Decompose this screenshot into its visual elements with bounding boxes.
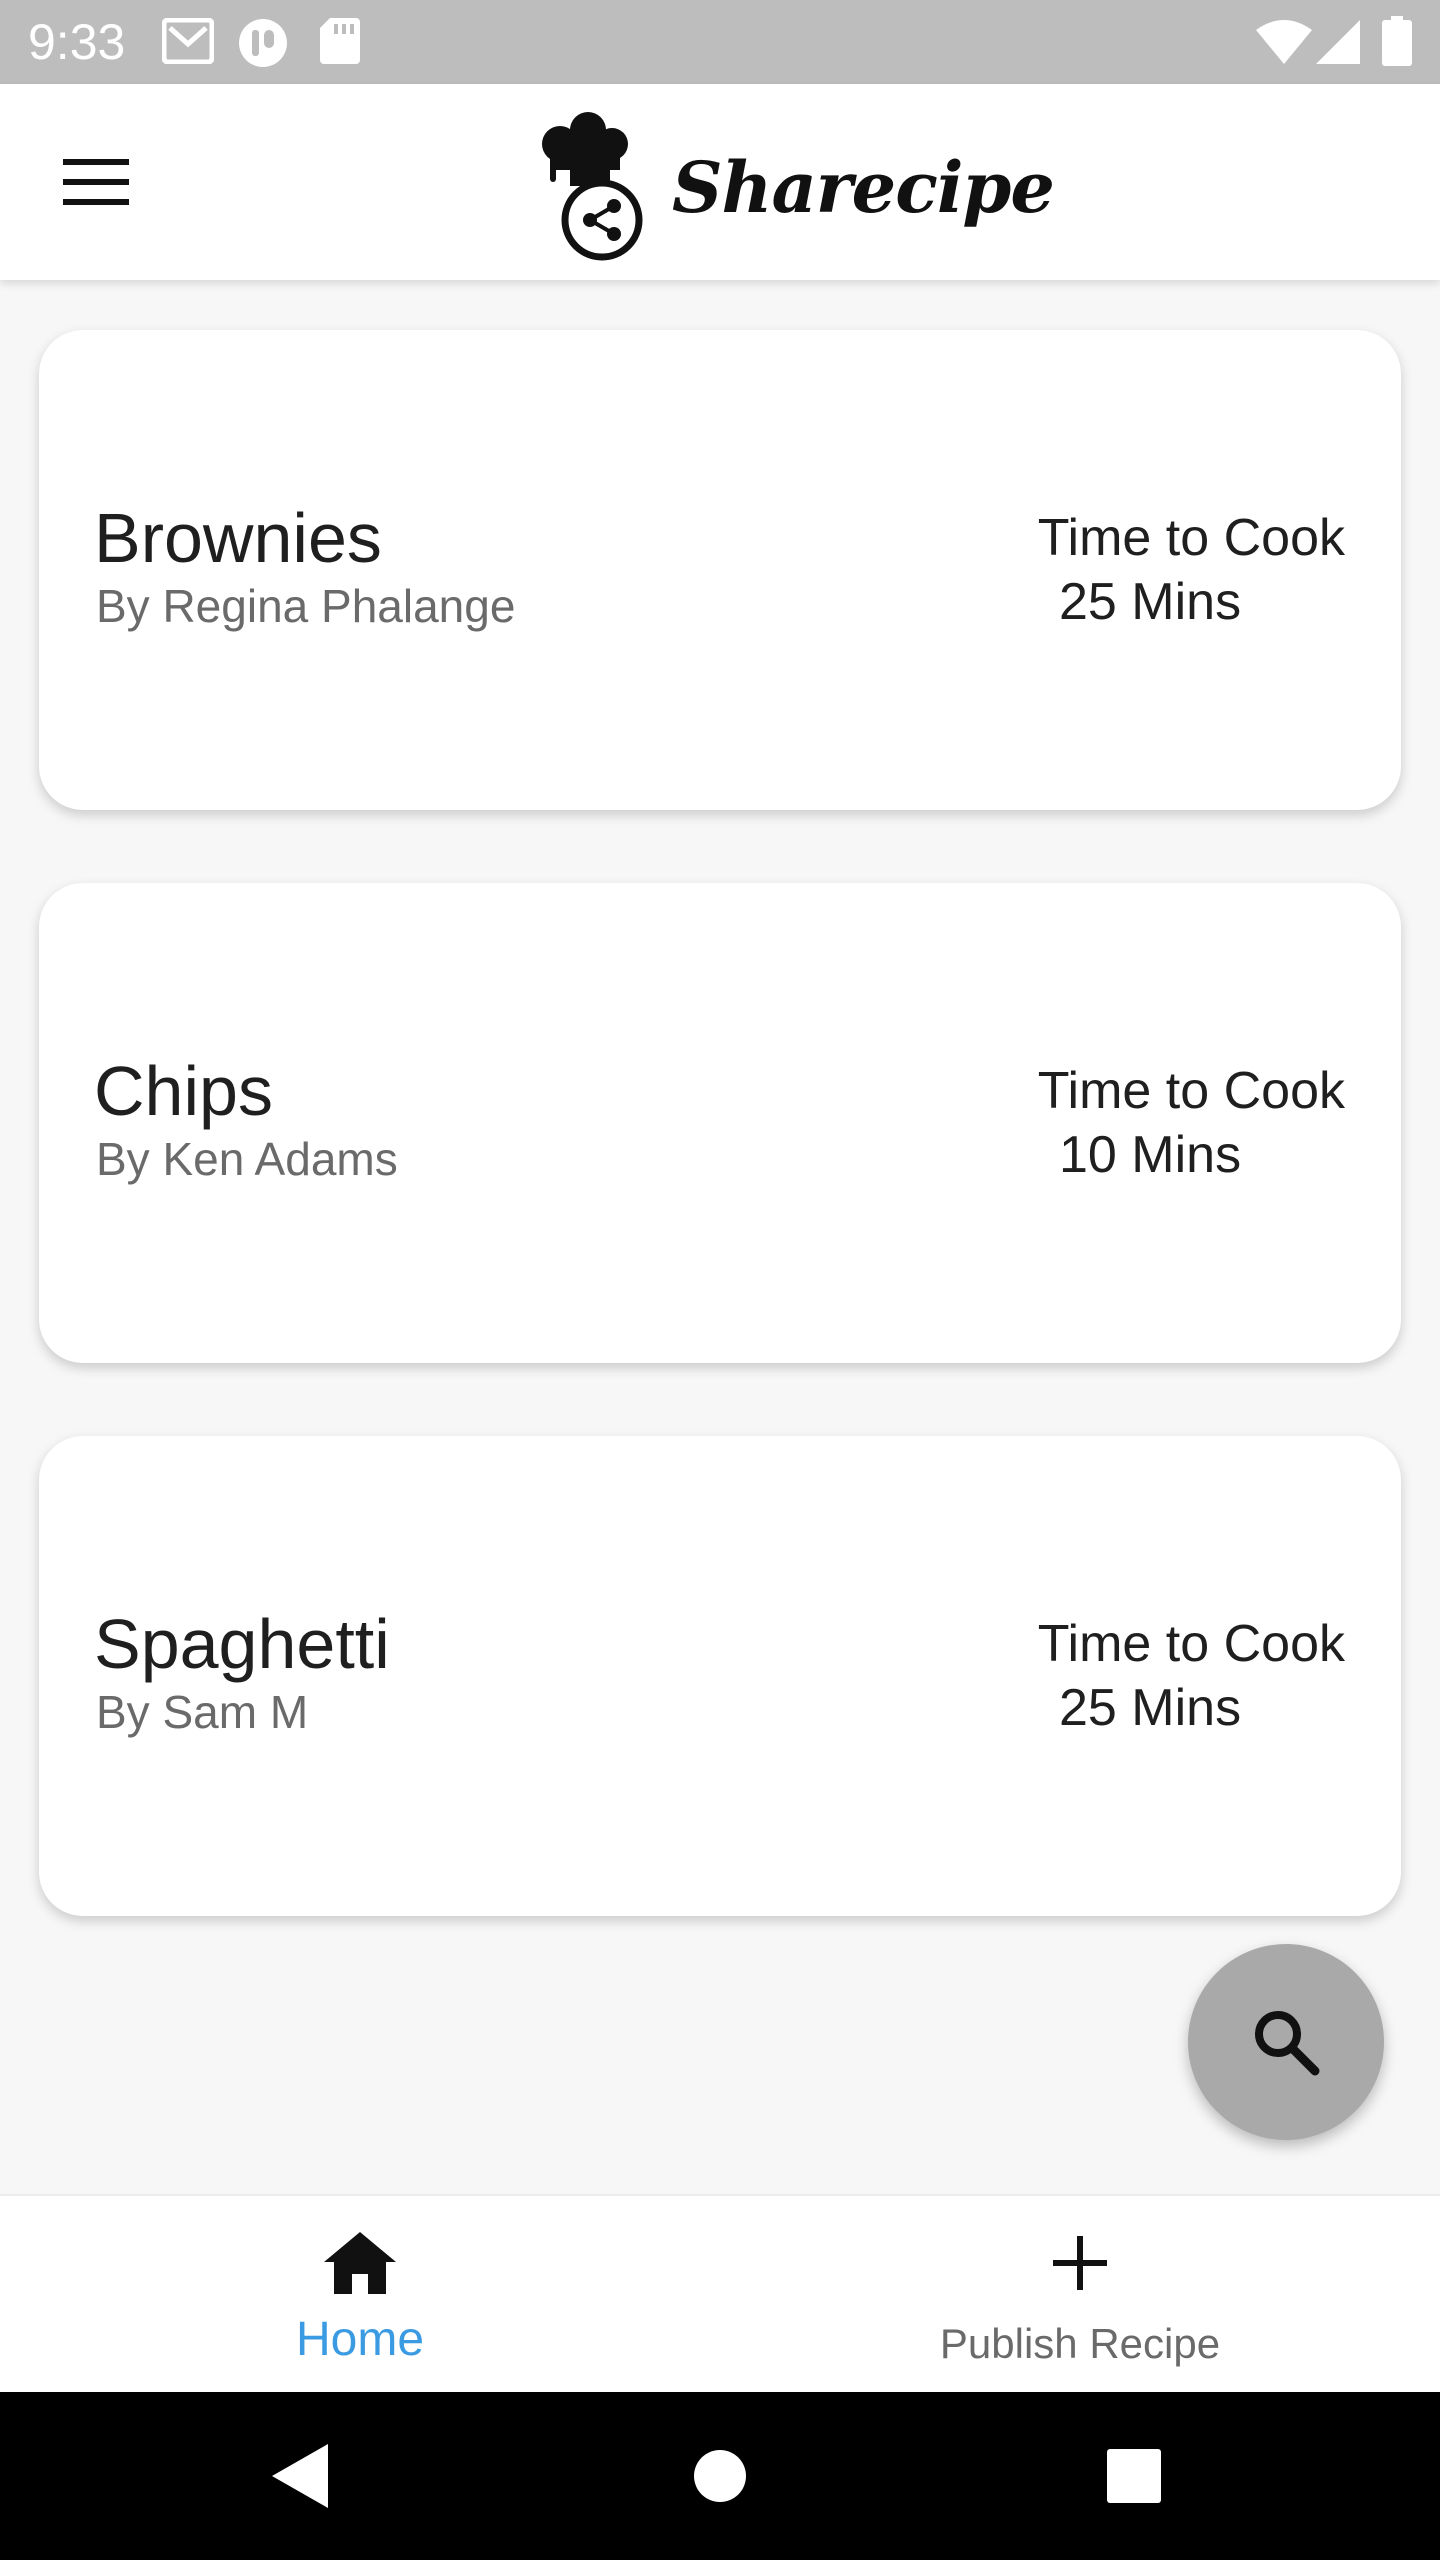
sd-card-icon	[320, 18, 360, 69]
recipe-card[interactable]: Spaghetti By Sam M Time to Cook 25 Mins	[39, 1436, 1401, 1916]
cook-time-label: Time to Cook	[1037, 509, 1345, 567]
back-icon	[272, 2444, 328, 2508]
wifi-icon	[1256, 20, 1312, 69]
cook-time-value: 25 Mins	[1059, 1679, 1242, 1737]
nav-label-publish-recipe: Publish Recipe	[939, 2320, 1221, 2367]
status-bar: 9:33	[0, 0, 1440, 84]
menu-icon	[63, 159, 129, 205]
signal-icon	[1316, 20, 1360, 69]
menu-button[interactable]	[46, 132, 146, 232]
search-fab-button[interactable]	[1188, 1944, 1384, 2140]
recipe-title: Spaghetti	[94, 1605, 390, 1683]
recipe-author: By Sam M	[96, 1686, 309, 1738]
bottom-navigation: Home Publish Recipe	[0, 2194, 1440, 2392]
cook-time-value: 25 Mins	[1059, 573, 1242, 631]
recipe-author: By Ken Adams	[96, 1133, 398, 1185]
square-recents-icon	[1107, 2449, 1161, 2503]
home-system-button[interactable]	[680, 2436, 760, 2516]
recipe-author: By Regina Phalange	[96, 580, 516, 632]
status-time: 9:33	[28, 14, 126, 70]
gmail-icon	[161, 17, 215, 69]
recipe-title: Brownies	[94, 499, 382, 577]
cook-time-label: Time to Cook	[1037, 1615, 1345, 1673]
chef-share-logo-icon	[542, 112, 643, 261]
cook-time-label: Time to Cook	[1037, 1062, 1345, 1120]
app-logo: Sharecipe	[540, 112, 1055, 262]
home-icon	[324, 2232, 396, 2299]
app-notification-icon	[238, 18, 288, 73]
recipe-card[interactable]: Brownies By Regina Phalange Time to Cook…	[39, 330, 1401, 810]
back-button[interactable]	[260, 2436, 340, 2516]
app-logo-text: Sharecipe	[672, 145, 1055, 229]
search-icon	[1255, 2011, 1320, 2076]
cook-time-value: 10 Mins	[1059, 1126, 1242, 1184]
battery-icon	[1382, 16, 1412, 71]
recents-button[interactable]	[1094, 2436, 1174, 2516]
nav-item-publish-recipe[interactable]: Publish Recipe	[720, 2196, 1440, 2392]
circle-home-icon	[694, 2450, 746, 2502]
plus-icon	[1053, 2236, 1107, 2295]
nav-label-home: Home	[295, 2313, 425, 2366]
app-bar: Sharecipe	[0, 84, 1440, 280]
nav-item-home[interactable]: Home	[0, 2196, 720, 2392]
system-navigation-bar	[0, 2392, 1440, 2560]
recipe-title: Chips	[94, 1052, 273, 1130]
recipe-card[interactable]: Chips By Ken Adams Time to Cook 10 Mins	[39, 883, 1401, 1363]
